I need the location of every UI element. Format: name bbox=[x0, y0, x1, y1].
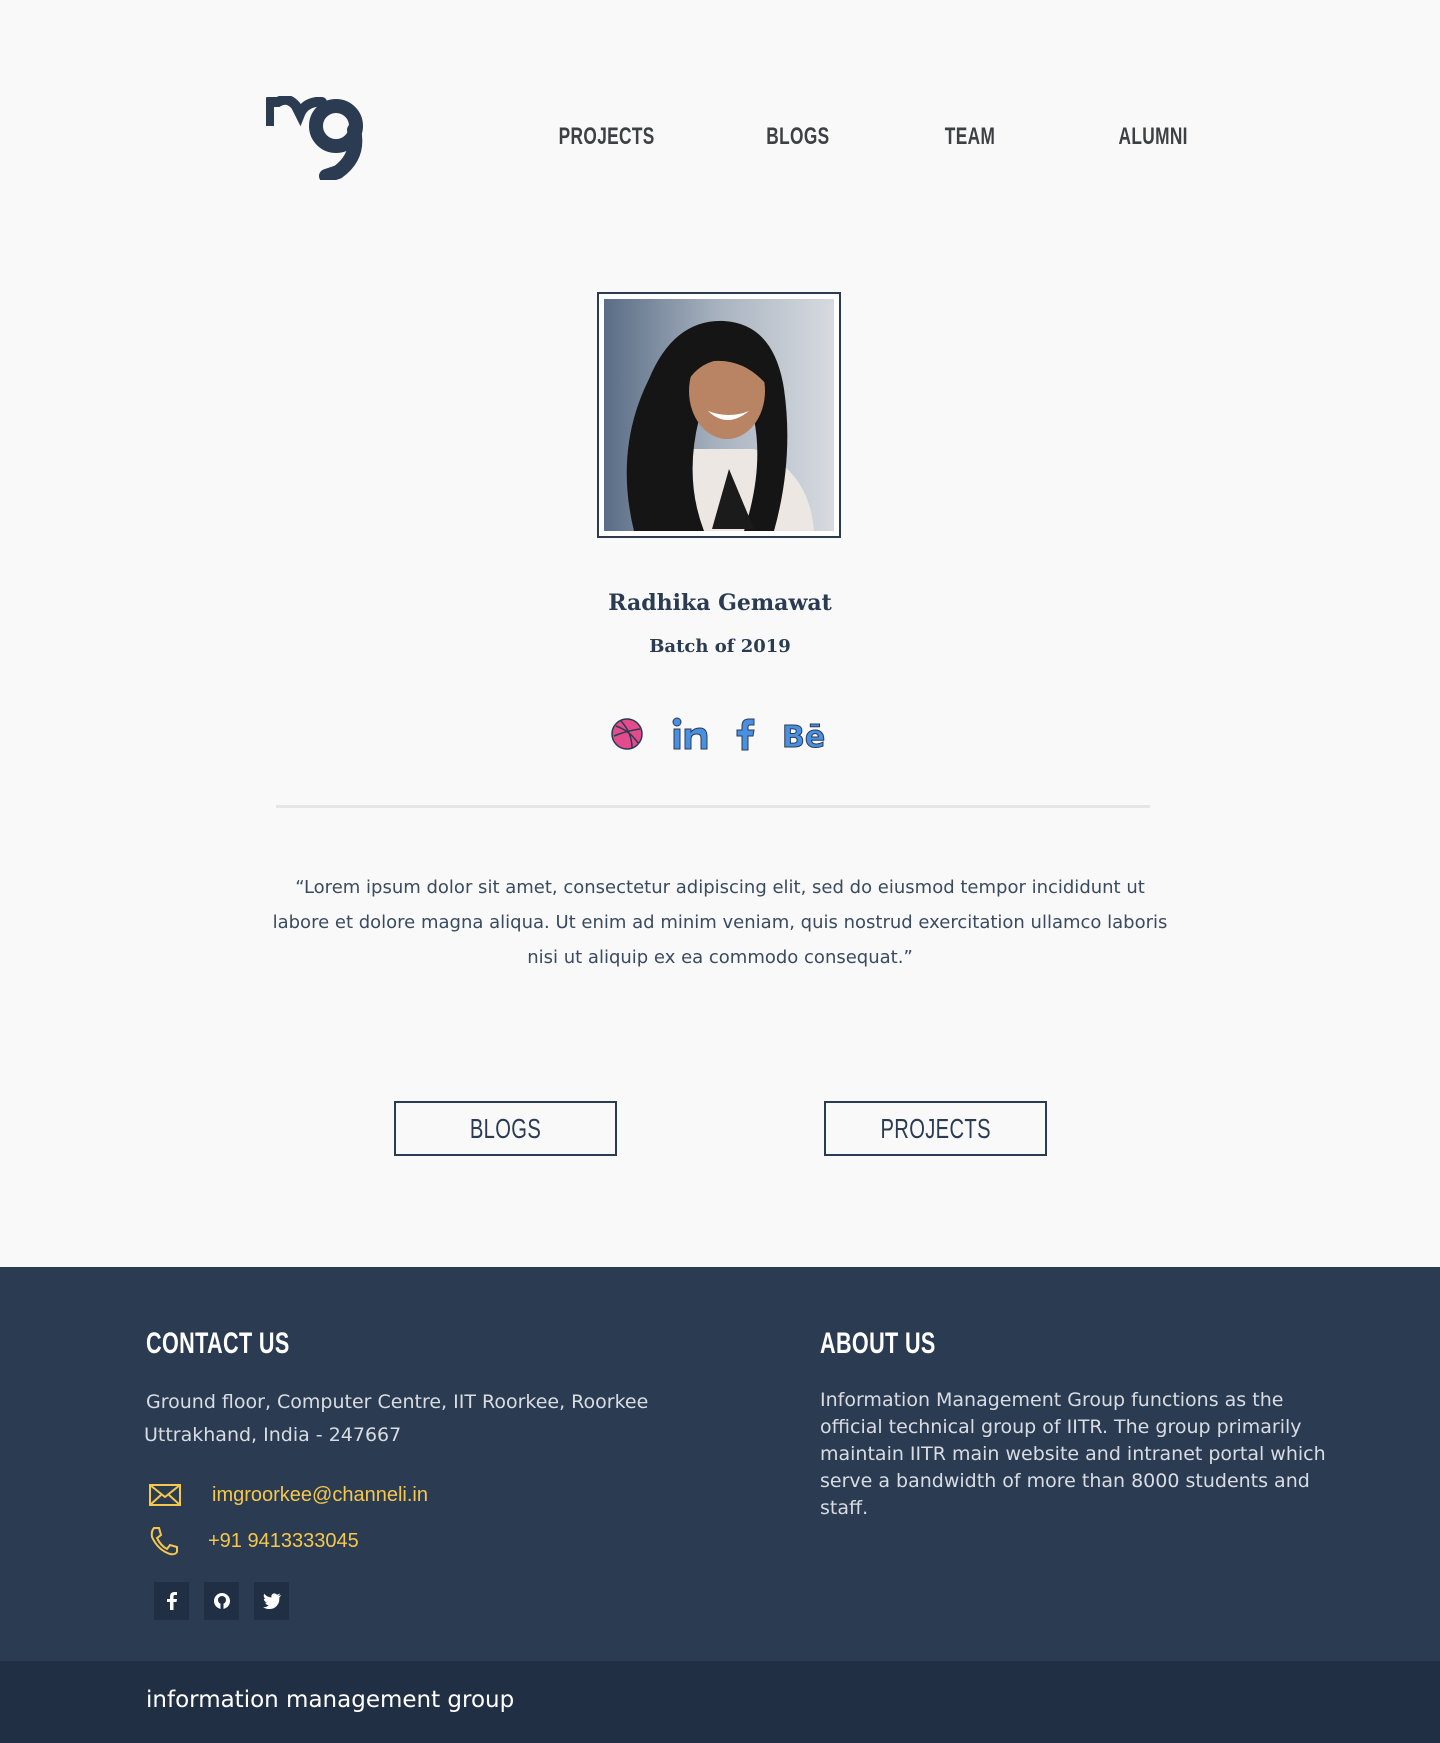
contact-email-link[interactable]: imgroorkee@channeli.in bbox=[212, 1484, 428, 1507]
profile-social-links: Bē bbox=[610, 712, 840, 756]
nav-blogs[interactable]: BLOGS bbox=[754, 122, 842, 151]
facebook-icon[interactable] bbox=[735, 712, 757, 756]
profile-photo bbox=[604, 299, 834, 531]
nav-team[interactable]: TEAM bbox=[935, 122, 1005, 151]
facebook-icon[interactable] bbox=[154, 1582, 189, 1620]
mail-icon bbox=[149, 1484, 181, 1506]
blogs-button[interactable]: BLOGS bbox=[394, 1101, 617, 1156]
profile-batch: Batch of 2019 bbox=[649, 636, 791, 657]
projects-button[interactable]: PROJECTS bbox=[824, 1101, 1047, 1156]
about-heading-label: ABOUT US bbox=[820, 1327, 936, 1360]
about-text: Information Management Group functions a… bbox=[820, 1389, 1326, 1519]
contact-address-line2: Uttrakhand, India - 247667 bbox=[144, 1424, 402, 1446]
nav-blogs-label: BLOGS bbox=[766, 123, 830, 150]
nav-alumni-label: ALUMNI bbox=[1118, 123, 1188, 150]
nav-alumni[interactable]: ALUMNI bbox=[1105, 122, 1201, 151]
main-nav: PROJECTS BLOGS TEAM ALUMNI bbox=[0, 122, 1440, 156]
footer-social-links bbox=[154, 1582, 289, 1620]
nav-team-label: TEAM bbox=[944, 123, 996, 150]
contact-phone-link[interactable]: +91 9413333045 bbox=[208, 1530, 359, 1553]
projects-button-label: PROJECTS bbox=[880, 1112, 991, 1144]
contact-phone: +91 9413333045 bbox=[148, 1524, 359, 1558]
nav-projects[interactable]: PROJECTS bbox=[540, 122, 673, 151]
phone-icon bbox=[150, 1527, 178, 1556]
behance-icon[interactable]: Bē bbox=[782, 712, 830, 756]
linkedin-icon[interactable] bbox=[672, 712, 710, 756]
dribbble-icon[interactable] bbox=[610, 712, 644, 756]
profile-photo-frame bbox=[597, 292, 841, 538]
about-heading: ABOUT US bbox=[820, 1326, 981, 1361]
twitter-icon[interactable] bbox=[254, 1582, 289, 1620]
contact-address-line1: Ground floor, Computer Centre, IIT Roork… bbox=[146, 1391, 649, 1413]
blogs-button-label: BLOGS bbox=[469, 1112, 542, 1144]
github-icon[interactable] bbox=[204, 1582, 239, 1620]
svg-text:Bē: Bē bbox=[782, 720, 825, 751]
section-divider bbox=[276, 805, 1150, 808]
contact-heading: CONTACT US bbox=[146, 1326, 345, 1361]
contact-email: imgroorkee@channeli.in bbox=[148, 1478, 428, 1512]
contact-heading-label: CONTACT US bbox=[146, 1327, 290, 1360]
nav-projects-label: PROJECTS bbox=[558, 123, 655, 150]
footer-brand: information management group bbox=[146, 1687, 515, 1713]
profile-name: Radhika Gemawat bbox=[608, 590, 832, 616]
profile-quote: “Lorem ipsum dolor sit amet, consectetur… bbox=[272, 877, 1168, 968]
